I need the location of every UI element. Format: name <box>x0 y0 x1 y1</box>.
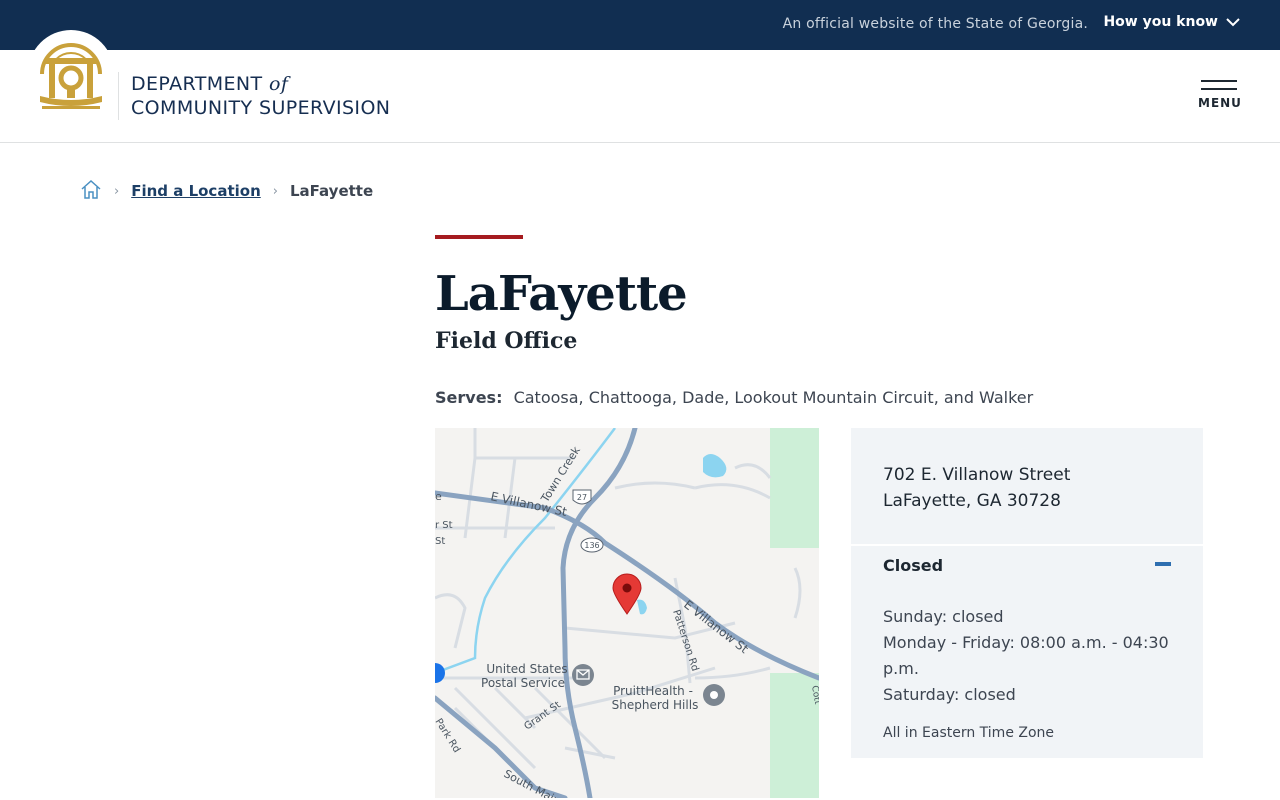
home-icon[interactable] <box>80 178 102 204</box>
chevron-right-icon: › <box>272 183 278 199</box>
page-title: LaFayette <box>435 266 688 322</box>
chevron-right-icon: › <box>114 183 120 199</box>
address-line1: 702 E. Villanow Street <box>883 465 1071 485</box>
official-website-text: An official website of the State of Geor… <box>782 16 1088 32</box>
menu-button[interactable]: MENU <box>1198 80 1242 110</box>
how-you-know-label: How you know <box>1103 14 1218 30</box>
map-label-e-villanow-1: E Villanow St <box>489 489 568 519</box>
hours-weekdays: Monday - Friday: 08:00 a.m. - 04:30 p.m. <box>883 633 1169 678</box>
poi-blue-icon[interactable] <box>435 663 445 683</box>
serves-value: Catoosa, Chattooga, Dade, Lookout Mounta… <box>513 388 1034 407</box>
mail-icon[interactable] <box>572 664 594 686</box>
breadcrumb-current: LaFayette <box>289 182 374 200</box>
site-header: DEPARTMENT of COMMUNITY SUPERVISION MENU <box>0 30 1280 143</box>
open-status[interactable]: Closed <box>883 556 943 575</box>
map-label-pruitt-1: PruittHealth - <box>613 684 693 698</box>
hours-sunday: Sunday: closed <box>883 607 1004 626</box>
map-label-st-1: r St <box>435 520 453 531</box>
map-label-usps-1: United States <box>486 662 567 676</box>
route-136-label: 136 <box>584 541 599 550</box>
office-hours: Sunday: closed Monday - Friday: 08:00 a.… <box>883 604 1183 708</box>
serves-label: Serves: <box>435 388 503 407</box>
location-pin-icon[interactable] <box>612 573 642 615</box>
map-canvas[interactable]: 27 136 e E Villanow St Town Creek r St S… <box>435 428 819 798</box>
agency-name[interactable]: DEPARTMENT of COMMUNITY SUPERVISION <box>131 72 390 120</box>
serves-row: Serves: Catoosa, Chattooga, Dade, Lookou… <box>435 388 1033 407</box>
georgia-seal-logo[interactable] <box>28 30 114 116</box>
logo-divider <box>118 72 119 120</box>
agency-name-of: of <box>268 73 289 95</box>
hamburger-icon <box>1198 80 1240 90</box>
hours-saturday: Saturday: closed <box>883 685 1016 704</box>
map-label-south-main-st: South Main St <box>502 767 576 798</box>
map-label-pruitt-2: Shepherd Hills <box>612 698 699 712</box>
panel-divider <box>851 544 1203 546</box>
address-line2: LaFayette, GA 30728 <box>883 491 1061 511</box>
official-banner: An official website of the State of Geor… <box>0 0 1280 50</box>
timezone-note: All in Eastern Time Zone <box>883 725 1055 741</box>
chevron-down-icon <box>1226 18 1240 27</box>
poi-marker-icon[interactable] <box>703 684 725 706</box>
menu-label: MENU <box>1198 96 1242 110</box>
address: 702 E. Villanow Street LaFayette, GA 307… <box>883 462 1070 514</box>
agency-name-line2: COMMUNITY SUPERVISION <box>131 97 391 119</box>
location-map[interactable]: 27 136 e E Villanow St Town Creek r St S… <box>435 428 819 798</box>
title-accent-bar <box>435 235 523 239</box>
map-label-park-rd: Park Rd <box>435 717 462 755</box>
route-27-label: 27 <box>577 493 587 502</box>
location-info-panel: 702 E. Villanow Street LaFayette, GA 307… <box>851 428 1203 758</box>
seal-icon <box>40 43 102 109</box>
map-label-edge: e <box>435 490 442 503</box>
breadcrumb: › Find a Location › LaFayette <box>80 178 373 204</box>
page-subtitle: Field Office <box>435 328 578 354</box>
breadcrumb-find-location-link[interactable]: Find a Location <box>131 182 261 200</box>
collapse-minus-icon[interactable] <box>1155 562 1171 566</box>
agency-name-line1: DEPARTMENT <box>131 73 263 95</box>
map-label-usps-2: Postal Service <box>481 676 565 690</box>
map-label-st-2: St <box>435 536 445 547</box>
how-you-know-button[interactable]: How you know <box>1103 14 1240 30</box>
